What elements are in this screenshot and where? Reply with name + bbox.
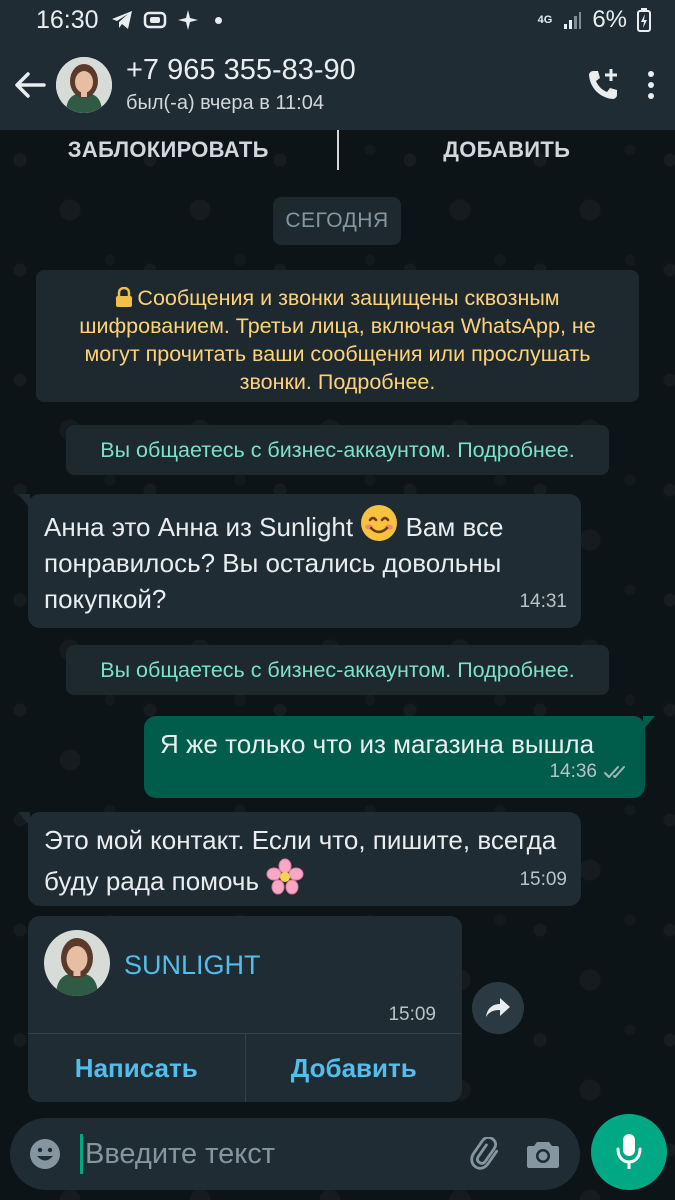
notification-icons <box>111 9 222 31</box>
attach-button[interactable] <box>470 1137 504 1171</box>
unknown-contact-actions: ЗАБЛОКИРОВАТЬ ДОБАВИТЬ <box>0 130 675 170</box>
message-text: Я же только что из магазина вышла <box>160 729 595 759</box>
forward-button[interactable] <box>472 982 524 1034</box>
smiling-face-emoji-icon <box>361 505 398 541</box>
cherry-blossom-emoji-icon <box>266 858 304 895</box>
incoming-message[interactable]: Это мой контакт. Если что, пишите, всегд… <box>18 812 581 906</box>
header-actions <box>585 67 675 103</box>
last-seen-status: был(-а) вчера в 11:04 <box>126 92 324 114</box>
message-input[interactable] <box>85 1137 470 1171</box>
arrow-left-icon <box>15 72 46 98</box>
chat-header: +7 965 355-83-90 был(-а) вчера в 11:04 <box>0 40 675 130</box>
business-account-notice[interactable]: Вы общаетесь с бизнес-аккаунтом. Подробн… <box>66 645 609 695</box>
phone-plus-icon <box>589 69 617 99</box>
system-status-bar: 16:30 4G 6% <box>0 0 675 40</box>
block-button[interactable]: ЗАБЛОКИРОВАТЬ <box>0 137 337 163</box>
camera-icon <box>527 1142 559 1168</box>
chat-area[interactable]: ЗАБЛОКИРОВАТЬ ДОБАВИТЬ СЕГОДНЯ Сообщения… <box>0 130 675 1200</box>
incoming-message[interactable]: Анна это Анна из Sunlight Вам все понрав… <box>18 494 581 628</box>
text-cursor <box>80 1134 83 1174</box>
shared-contact-name: SUNLIGHT <box>124 950 261 980</box>
message-time: 14:31 <box>519 591 567 612</box>
message-contact-button[interactable]: Написать <box>28 1034 245 1102</box>
system-indicators: 4G 6% <box>538 6 651 34</box>
paperclip-icon <box>470 1137 499 1170</box>
battery-level: 6% <box>592 6 627 33</box>
person-photo-icon <box>56 57 112 113</box>
telegram-icon <box>111 11 132 29</box>
message-composer <box>10 1118 580 1190</box>
voice-message-button[interactable] <box>591 1114 667 1190</box>
add-call-button[interactable] <box>585 67 621 103</box>
contact-avatar[interactable] <box>56 57 112 113</box>
person-photo-icon <box>44 930 110 996</box>
emoji-face-icon <box>30 1139 60 1169</box>
contact-card-actions: Написать Добавить <box>28 1033 462 1102</box>
lock-icon <box>116 286 133 307</box>
encryption-notice-text: Сообщения и звонки защищены сквозным шиф… <box>79 286 596 394</box>
encryption-notice[interactable]: Сообщения и звонки защищены сквозным шиф… <box>36 270 639 402</box>
contact-card-header[interactable]: SUNLIGHT 15:09 <box>28 916 462 1032</box>
sparkle-icon <box>177 10 198 30</box>
shared-contact-avatar <box>44 930 110 996</box>
shared-contact-card[interactable]: SUNLIGHT 15:09 Написать Добавить <box>28 916 462 1102</box>
business-account-notice[interactable]: Вы общаетесь с бизнес-аккаунтом. Подробн… <box>66 425 609 475</box>
message-meta: 14:36 <box>549 754 631 790</box>
message-time: 15:09 <box>519 869 567 890</box>
more-options-button[interactable] <box>645 69 657 101</box>
more-notifications-dot <box>214 16 222 24</box>
double-check-read-icon <box>604 766 625 778</box>
message-meta: 14:31 <box>519 584 567 620</box>
outgoing-message[interactable]: Я же только что из магазина вышла 14:36 <box>144 716 655 798</box>
add-shared-contact-button[interactable]: Добавить <box>246 1034 463 1102</box>
mail-icon <box>143 11 166 29</box>
kebab-menu-icon <box>648 71 654 99</box>
clock: 16:30 <box>36 5 99 34</box>
forward-icon <box>486 998 510 1017</box>
back-button[interactable] <box>4 59 56 111</box>
add-contact-button[interactable]: ДОБАВИТЬ <box>339 137 675 163</box>
date-separator: СЕГОДНЯ <box>273 197 401 245</box>
camera-button[interactable] <box>526 1139 560 1169</box>
network-type: 4G <box>537 13 553 26</box>
message-time: 14:36 <box>549 761 597 782</box>
signal-icon <box>564 12 582 29</box>
microphone-icon <box>616 1134 642 1169</box>
message-text-part: Анна это Анна из Sunlight <box>44 512 354 542</box>
contact-name: +7 965 355-83-90 <box>126 54 356 86</box>
contact-info[interactable]: +7 965 355-83-90 был(-а) вчера в 11:04 <box>126 53 356 117</box>
emoji-button[interactable] <box>28 1137 62 1171</box>
message-time: 15:09 <box>388 1004 436 1025</box>
battery-charging-icon <box>637 8 651 32</box>
message-meta: 15:09 <box>519 862 567 898</box>
